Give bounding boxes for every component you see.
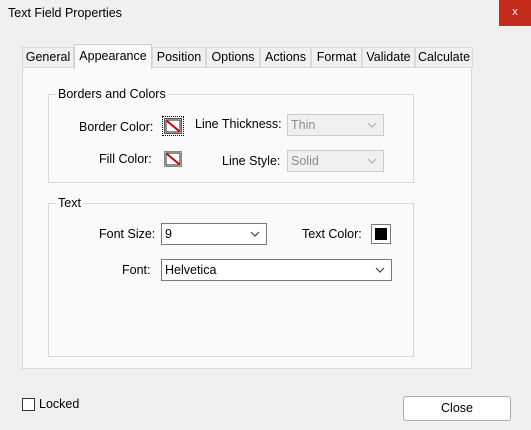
text-color-swatch xyxy=(375,228,387,240)
close-button[interactable]: Close xyxy=(403,396,511,421)
no-color-swatch-icon xyxy=(165,119,181,133)
line-thickness-label: Line Thickness: xyxy=(195,117,282,131)
font-size-label: Font Size: xyxy=(99,227,156,241)
chevron-down-icon xyxy=(250,231,260,237)
text-color-label: Text Color: xyxy=(302,227,362,241)
line-style-value: Solid xyxy=(291,154,319,168)
tab-appearance[interactable]: Appearance xyxy=(74,44,152,69)
fill-color-button[interactable] xyxy=(164,151,182,167)
chevron-down-icon xyxy=(367,158,377,164)
text-group: Text Font Size: 9 Text Color: Font: Helv… xyxy=(48,196,414,357)
line-style-select[interactable]: Solid xyxy=(287,150,384,172)
font-size-select[interactable]: 9 xyxy=(161,223,267,245)
font-select[interactable]: Helvetica xyxy=(161,259,392,281)
chevron-down-icon xyxy=(367,122,377,128)
tab-calculate[interactable]: Calculate xyxy=(415,47,473,68)
line-style-label: Line Style: xyxy=(222,154,281,168)
border-color-button[interactable] xyxy=(162,116,184,136)
locked-label[interactable]: Locked xyxy=(39,397,79,411)
font-label: Font: xyxy=(122,263,151,277)
tab-general[interactable]: General xyxy=(22,47,74,68)
font-size-value: 9 xyxy=(165,227,172,241)
text-color-button[interactable] xyxy=(371,224,391,244)
close-window-button[interactable]: x xyxy=(499,0,531,26)
locked-checkbox[interactable] xyxy=(22,398,35,411)
no-color-swatch-icon xyxy=(165,152,181,166)
line-thickness-select[interactable]: Thin xyxy=(287,114,384,136)
borders-colors-group: Borders and Colors Border Color: Line Th… xyxy=(48,87,414,183)
border-color-label: Border Color: xyxy=(79,120,154,134)
tab-validate[interactable]: Validate xyxy=(362,47,415,68)
close-icon[interactable]: x xyxy=(512,6,518,18)
borders-colors-title: Borders and Colors xyxy=(56,87,168,101)
appearance-panel: Borders and Colors Border Color: Line Th… xyxy=(22,67,472,369)
window-title: Text Field Properties xyxy=(8,6,122,20)
chevron-down-icon xyxy=(375,267,385,273)
line-thickness-value: Thin xyxy=(291,118,316,132)
tab-actions[interactable]: Actions xyxy=(260,47,311,68)
fill-color-label: Fill Color: xyxy=(99,152,152,166)
tab-format[interactable]: Format xyxy=(311,47,362,68)
tab-options[interactable]: Options xyxy=(206,47,260,68)
title-bar: Text Field Properties x xyxy=(0,0,531,30)
text-group-title: Text xyxy=(56,196,83,210)
tab-position[interactable]: Position xyxy=(152,47,206,68)
font-value: Helvetica xyxy=(165,263,217,277)
